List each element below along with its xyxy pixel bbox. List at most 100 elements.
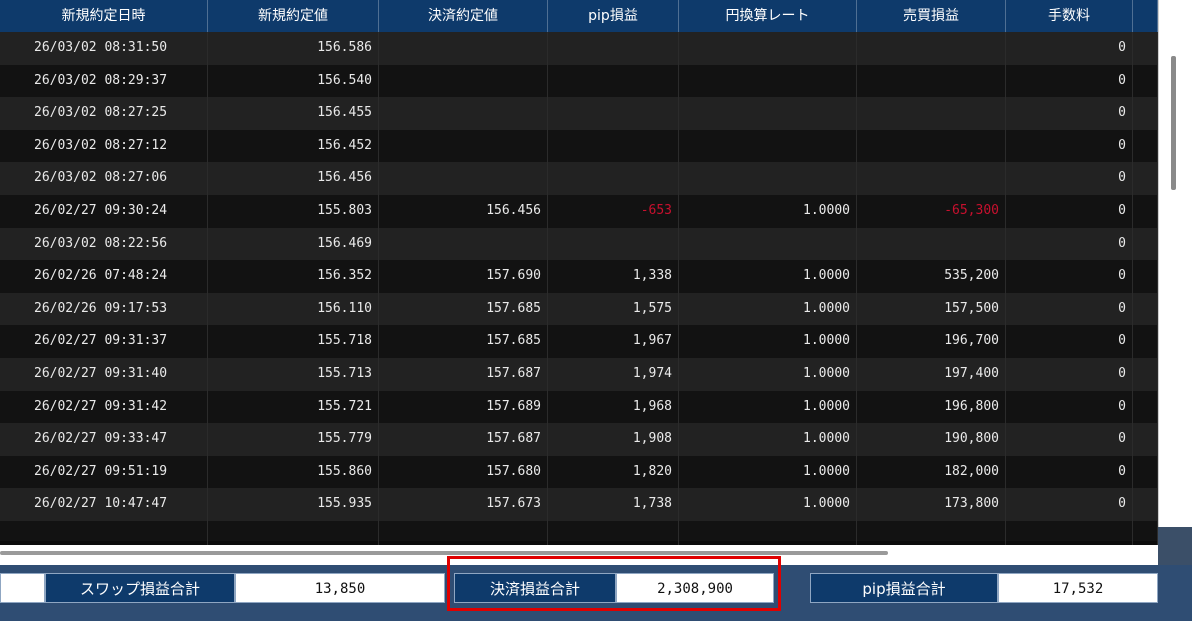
- cell-commission: 0: [1006, 129, 1133, 163]
- cell-jpy-rate: 1.0000: [679, 357, 857, 391]
- cell-pip-pl: [548, 227, 679, 261]
- pip-total-value: 17,532: [998, 573, 1158, 603]
- cell-commission: 0: [1006, 423, 1133, 456]
- table-row[interactable]: 26/02/27 09:31:40 155.713 157.687 1,974 1.00…: [0, 357, 1158, 391]
- table-row[interactable]: 26/03/02 08:22:56 156.469 0: [0, 227, 1158, 261]
- cell-jpy-rate: [679, 64, 857, 98]
- horizontal-scrollbar[interactable]: [0, 545, 1158, 565]
- cell-open-price: 155.718: [208, 325, 379, 358]
- cell-trade-pl: [857, 32, 1006, 65]
- cell-trade-pl: -65,300: [857, 194, 1006, 228]
- table-row[interactable]: 26/03/02 08:31:50 156.586 0: [0, 32, 1158, 65]
- vertical-scroll-thumb[interactable]: [1171, 56, 1176, 190]
- trade-history-window: 新規約定日時 新規約定値 決済約定値 pip損益 円換算レート 売買損益 手数料…: [0, 0, 1192, 621]
- cell-commission: 0: [1006, 357, 1133, 391]
- cell-trade-pl: 157,500: [857, 292, 1006, 326]
- cell-trade-pl: [857, 162, 1006, 195]
- cell-jpy-rate: 1.0000: [679, 488, 857, 521]
- cell-open-datetime: 26/02/27 09:30:24: [0, 194, 208, 228]
- header-pip-pl[interactable]: pip損益: [548, 0, 679, 32]
- cell-pip-pl: 1,575: [548, 292, 679, 326]
- cell-jpy-rate: [679, 162, 857, 195]
- cell-open-datetime: 26/03/02 08:27:12: [0, 129, 208, 163]
- cell-pip-pl: [548, 32, 679, 65]
- cell-commission: 0: [1006, 64, 1133, 98]
- cell-open-price: 155.713: [208, 357, 379, 391]
- cell-open-price: 156.456: [208, 162, 379, 195]
- cell-open-datetime: 26/03/02 08:29:37: [0, 64, 208, 98]
- cell-open-price: 156.352: [208, 260, 379, 293]
- table-body[interactable]: 26/03/02 08:31:50 156.586 0 26/03/02 08:29:…: [0, 32, 1158, 545]
- cell-close-price: 157.673: [379, 488, 548, 521]
- cell-spacer: [1133, 357, 1158, 391]
- cell-trade-pl: 196,700: [857, 325, 1006, 358]
- cell-trade-pl: [857, 64, 1006, 98]
- cell-jpy-rate: [679, 97, 857, 130]
- table-row[interactable]: 26/03/02 08:27:06 156.456 0: [0, 162, 1158, 195]
- cell-open-price: 155.779: [208, 423, 379, 456]
- cell-open-price: 155.860: [208, 455, 379, 489]
- settle-total-value: 2,308,900: [616, 573, 774, 603]
- cell-close-price: [379, 97, 548, 130]
- cell-close-price: 157.689: [379, 390, 548, 424]
- cell-commission: 0: [1006, 455, 1133, 489]
- summary-left-cut-value: [0, 573, 45, 603]
- cell-pip-pl: [548, 64, 679, 98]
- table-row[interactable]: 26/02/27 10:47:47 155.935 157.673 1,738 1.00…: [0, 488, 1158, 521]
- swap-total-label: スワップ損益合計: [45, 573, 235, 603]
- table-row[interactable]: 26/03/02 08:27:25 156.455 0: [0, 97, 1158, 130]
- table-row[interactable]: 26/02/27 09:31:37 155.718 157.685 1,967 1.00…: [0, 325, 1158, 358]
- header-close-price[interactable]: 決済約定値: [379, 0, 548, 32]
- cell-jpy-rate: 1.0000: [679, 325, 857, 358]
- cell-open-datetime: 26/02/26 07:48:24: [0, 260, 208, 293]
- cell-open-datetime: 26/02/27 09:33:47: [0, 423, 208, 456]
- cell-pip-pl: 1,738: [548, 488, 679, 521]
- cell-jpy-rate: 1.0000: [679, 390, 857, 424]
- cell-commission: 0: [1006, 325, 1133, 358]
- cell-open-datetime: 26/02/27 09:31:40: [0, 357, 208, 391]
- cell-open-datetime: 26/03/02 08:22:56: [0, 227, 208, 261]
- cell-trade-pl: [857, 227, 1006, 261]
- cell-spacer: [1133, 455, 1158, 489]
- table-row[interactable]: 26/02/26 09:17:53 156.110 157.685 1,575 1.00…: [0, 292, 1158, 326]
- header-open-price[interactable]: 新規約定値: [208, 0, 379, 32]
- horizontal-scroll-thumb[interactable]: [0, 551, 888, 555]
- header-trade-pl[interactable]: 売買損益: [857, 0, 1006, 32]
- cell-open-datetime: 26/03/02 08:27:25: [0, 97, 208, 130]
- summary-bar: スワップ損益合計 13,850 決済損益合計 2,308,900 pip損益合計…: [0, 565, 1192, 621]
- cell-jpy-rate: 1.0000: [679, 292, 857, 326]
- cell-spacer: [1133, 97, 1158, 130]
- table-row[interactable]: 26/02/27 09:31:42 155.721 157.689 1,968 1.00…: [0, 390, 1158, 424]
- cell-trade-pl: 196,800: [857, 390, 1006, 424]
- table-row[interactable]: 26/03/02 08:27:12 156.452 0: [0, 129, 1158, 163]
- vertical-scrollbar[interactable]: [1158, 0, 1192, 545]
- cell-jpy-rate: [679, 227, 857, 261]
- cell-pip-pl: 1,908: [548, 423, 679, 456]
- cell-trade-pl: 173,800: [857, 488, 1006, 521]
- header-jpy-rate[interactable]: 円換算レート: [679, 0, 857, 32]
- cell-open-datetime: 26/02/27 09:31:42: [0, 390, 208, 424]
- cell-spacer: [1133, 32, 1158, 65]
- table-row[interactable]: 26/02/27 09:30:24 155.803 156.456 -653 1.000…: [0, 194, 1158, 228]
- cell-pip-pl: [548, 162, 679, 195]
- scroll-corner: [1158, 527, 1192, 565]
- cell-spacer: [1133, 488, 1158, 521]
- table-row[interactable]: 26/02/26 07:48:24 156.352 157.690 1,338 1.00…: [0, 260, 1158, 293]
- cell-trade-pl: [857, 129, 1006, 163]
- table-row[interactable]: 26/03/02 08:29:37 156.540 0: [0, 64, 1158, 98]
- cell-pip-pl: [548, 97, 679, 130]
- cell-pip-pl: [548, 129, 679, 163]
- cell-close-price: [379, 227, 548, 261]
- cell-pip-pl: 1,820: [548, 455, 679, 489]
- header-commission[interactable]: 手数料: [1006, 0, 1133, 32]
- cell-open-datetime: 26/02/26 09:17:53: [0, 292, 208, 326]
- cell-jpy-rate: 1.0000: [679, 423, 857, 456]
- cell-close-price: 156.456: [379, 194, 548, 228]
- header-open-datetime[interactable]: 新規約定日時: [0, 0, 208, 32]
- cell-pip-pl: 1,338: [548, 260, 679, 293]
- table-row[interactable]: 26/02/27 09:51:19 155.860 157.680 1,820 1.00…: [0, 455, 1158, 489]
- cell-close-price: 157.685: [379, 292, 548, 326]
- cell-commission: 0: [1006, 260, 1133, 293]
- cell-close-price: 157.687: [379, 423, 548, 456]
- table-row[interactable]: 26/02/27 09:33:47 155.779 157.687 1,908 1.00…: [0, 423, 1158, 456]
